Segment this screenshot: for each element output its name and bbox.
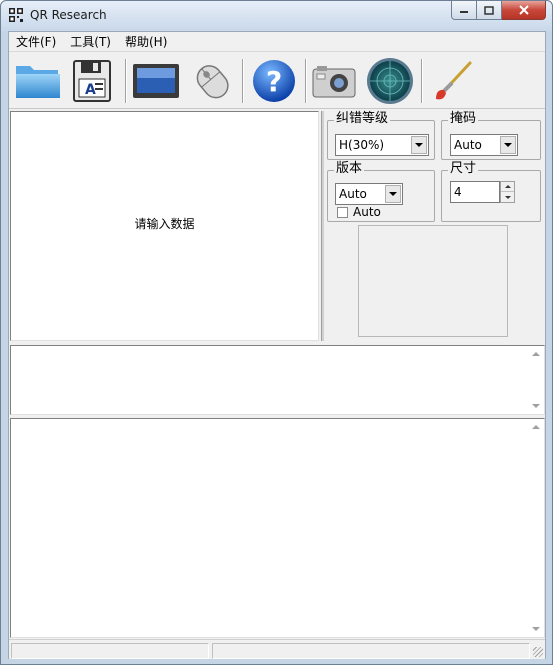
menu-file[interactable]: 文件(F) bbox=[9, 32, 63, 52]
brush-button[interactable] bbox=[427, 57, 477, 105]
status-pane-left bbox=[11, 643, 209, 659]
maximize-icon bbox=[484, 5, 494, 15]
display-button[interactable] bbox=[131, 57, 181, 105]
status-bar bbox=[9, 639, 545, 659]
monitor-icon bbox=[133, 64, 179, 98]
toolbar-separator bbox=[305, 59, 307, 103]
chevron-up-icon bbox=[504, 185, 511, 188]
client-area: 文件(F) 工具(T) 帮助(H) A ? 请输入数据 纠错等级 H(30%) … bbox=[8, 31, 546, 659]
app-window: QR Research 文件(F) 工具(T) 帮助(H) A ? 请输入数据 … bbox=[0, 0, 553, 665]
spin-up-button[interactable] bbox=[501, 182, 514, 192]
open-folder-icon bbox=[16, 66, 60, 98]
spin-down-button[interactable] bbox=[501, 192, 514, 202]
camera-icon bbox=[312, 66, 356, 98]
toolbar-separator bbox=[242, 59, 244, 103]
title-bar[interactable]: QR Research bbox=[1, 1, 552, 31]
resize-grip[interactable] bbox=[533, 647, 543, 657]
pane-splitter[interactable] bbox=[321, 111, 324, 341]
mask-label: 掩码 bbox=[448, 111, 479, 127]
scroll-down-icon[interactable] bbox=[532, 627, 540, 631]
mask-value: Auto bbox=[454, 138, 482, 152]
size-group: 尺寸 4 bbox=[441, 161, 541, 222]
output-text-area[interactable] bbox=[10, 418, 545, 638]
brush-icon bbox=[436, 61, 472, 100]
mouse-icon bbox=[196, 65, 229, 99]
minimize-icon bbox=[460, 11, 468, 13]
radar-scan-icon bbox=[367, 58, 413, 104]
minimize-button[interactable] bbox=[451, 1, 477, 20]
size-input[interactable]: 4 bbox=[450, 181, 500, 203]
save-button[interactable]: A bbox=[67, 57, 117, 105]
qr-preview-area bbox=[358, 225, 508, 337]
svg-text:?: ? bbox=[266, 65, 282, 98]
input-placeholder: 请输入数据 bbox=[134, 216, 195, 231]
mask-group: 掩码 Auto bbox=[441, 111, 541, 160]
info-scrollbar[interactable] bbox=[528, 346, 544, 414]
menu-tools[interactable]: 工具(T) bbox=[63, 32, 118, 52]
menu-help[interactable]: 帮助(H) bbox=[118, 32, 174, 52]
version-select[interactable]: Auto bbox=[335, 183, 403, 205]
size-spinner[interactable] bbox=[500, 181, 515, 203]
mask-dropdown-button[interactable] bbox=[500, 136, 516, 154]
ecc-group: 纠错等级 H(30%) bbox=[327, 111, 435, 160]
chevron-down-icon bbox=[504, 195, 511, 199]
data-input-area[interactable]: 请输入数据 bbox=[10, 111, 319, 341]
toolbar-separator bbox=[125, 59, 127, 103]
version-value: Auto bbox=[339, 187, 367, 201]
scroll-up-icon[interactable] bbox=[532, 425, 540, 429]
size-value: 4 bbox=[454, 185, 462, 199]
chevron-down-icon bbox=[504, 143, 512, 147]
chevron-down-icon bbox=[415, 143, 423, 147]
save-disk-icon: A bbox=[73, 60, 111, 102]
mask-select[interactable]: Auto bbox=[450, 134, 518, 156]
status-pane-right bbox=[212, 643, 530, 659]
toolbar-separator bbox=[421, 59, 423, 103]
maximize-button[interactable] bbox=[477, 1, 502, 20]
chevron-down-icon bbox=[389, 192, 397, 196]
camera-button[interactable] bbox=[309, 57, 359, 105]
info-text-area[interactable] bbox=[10, 345, 545, 415]
mouse-button[interactable] bbox=[187, 57, 237, 105]
scroll-down-icon[interactable] bbox=[532, 404, 540, 408]
help-icon: ? bbox=[253, 60, 295, 102]
version-auto-checkbox[interactable] bbox=[337, 207, 348, 218]
ecc-select[interactable]: H(30%) bbox=[335, 134, 429, 156]
ecc-value: H(30%) bbox=[339, 138, 385, 152]
svg-text:A: A bbox=[85, 82, 96, 98]
qr-app-icon bbox=[9, 8, 23, 22]
close-icon bbox=[518, 5, 529, 15]
help-button[interactable]: ? bbox=[249, 57, 299, 105]
size-label: 尺寸 bbox=[448, 161, 479, 177]
output-scrollbar[interactable] bbox=[528, 419, 544, 637]
ecc-dropdown-button[interactable] bbox=[411, 136, 427, 154]
scroll-up-icon[interactable] bbox=[532, 352, 540, 356]
menu-bar: 文件(F) 工具(T) 帮助(H) bbox=[9, 32, 545, 52]
version-auto-label: Auto bbox=[353, 205, 381, 219]
version-label: 版本 bbox=[334, 161, 365, 177]
version-group: 版本 Auto Auto bbox=[327, 161, 435, 222]
ecc-label: 纠错等级 bbox=[334, 111, 391, 127]
window-controls bbox=[451, 1, 546, 21]
toolbar: A ? bbox=[9, 53, 545, 109]
scan-button[interactable] bbox=[365, 57, 415, 105]
version-dropdown-button[interactable] bbox=[385, 185, 401, 203]
window-title: QR Research bbox=[30, 8, 107, 22]
close-button[interactable] bbox=[502, 1, 546, 20]
open-button[interactable] bbox=[13, 57, 63, 105]
